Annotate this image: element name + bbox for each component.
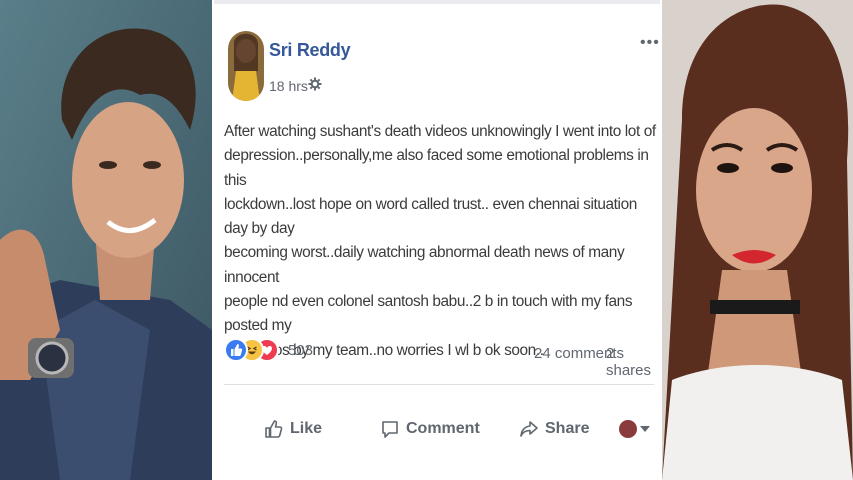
thumbs-up-icon bbox=[265, 420, 283, 438]
post-timestamp[interactable]: 18 hrs bbox=[269, 78, 308, 94]
comment-button[interactable]: Comment bbox=[380, 412, 480, 446]
author-name-link[interactable]: Sri Reddy bbox=[269, 40, 351, 61]
chevron-down-icon bbox=[640, 426, 650, 432]
card-top-edge bbox=[214, 0, 660, 4]
share-label: Share bbox=[545, 420, 590, 437]
like-reaction-icon bbox=[224, 338, 248, 362]
like-button[interactable]: Like bbox=[264, 412, 322, 446]
share-button[interactable]: Share bbox=[519, 412, 589, 446]
share-arrow-icon bbox=[520, 421, 538, 437]
reaction-count: 503 bbox=[288, 342, 314, 359]
post-body-text: After watching sushant's death videos un… bbox=[224, 123, 656, 359]
author-avatar[interactable] bbox=[228, 31, 264, 101]
user-avatar bbox=[619, 420, 637, 438]
left-photo bbox=[0, 0, 212, 480]
facebook-post-card: Sri Reddy 18 hrs ••• After watching sush… bbox=[214, 0, 660, 480]
shares-count-link[interactable]: 2 shares bbox=[606, 345, 660, 379]
action-bar-divider bbox=[224, 384, 654, 385]
gear-icon bbox=[308, 77, 322, 91]
comment-label: Comment bbox=[406, 420, 480, 437]
like-label: Like bbox=[290, 420, 323, 437]
more-options-button[interactable]: ••• bbox=[640, 34, 660, 52]
right-photo bbox=[662, 0, 853, 480]
comment-bubble-icon bbox=[382, 421, 398, 438]
post-as-selector[interactable] bbox=[619, 414, 650, 444]
